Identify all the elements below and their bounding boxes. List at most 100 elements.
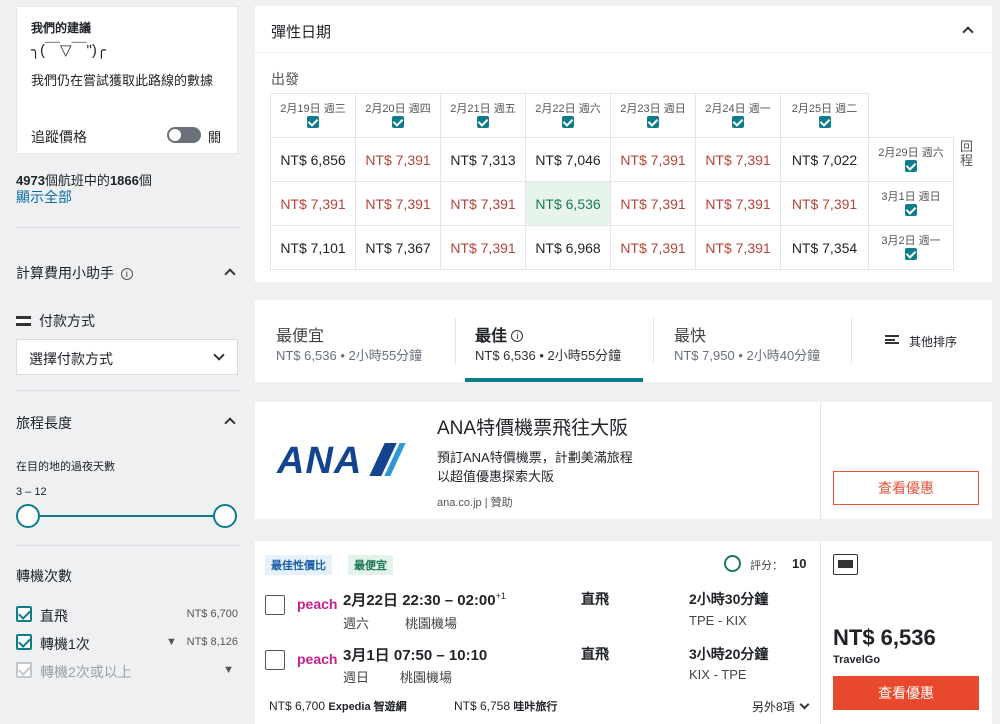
return-date-header[interactable]: 3月2日 週一 [868, 225, 954, 270]
check-icon[interactable] [905, 204, 917, 216]
price-cell[interactable]: NT$ 7,391 [780, 181, 869, 226]
stops-checkbox[interactable] [16, 606, 32, 622]
score-value: 10 [792, 556, 807, 571]
payment-method-select[interactable]: 選擇付款方式 [16, 339, 238, 375]
price-cell[interactable]: NT$ 7,367 [355, 225, 441, 270]
price-cell[interactable]: NT$ 7,391 [695, 137, 781, 182]
depart-date-header[interactable]: 2月25日 週二 [780, 93, 869, 138]
price-cell[interactable]: NT$ 7,391 [355, 181, 441, 226]
return-label: 回程 [960, 139, 974, 168]
collapse-chevron-icon[interactable] [224, 417, 236, 429]
price-cell[interactable]: NT$ 7,391 [695, 181, 781, 226]
show-all-link[interactable]: 顯示全部 [16, 187, 72, 207]
price-cell[interactable]: NT$ 7,391 [610, 137, 696, 182]
price-cell[interactable]: NT$ 7,046 [525, 137, 611, 182]
toggle-state-label: 關 [208, 130, 222, 145]
check-icon[interactable] [307, 116, 319, 128]
check-icon[interactable] [732, 116, 744, 128]
sort-tab-title: 最快 [674, 328, 707, 345]
price-cell[interactable]: NT$ 7,022 [780, 137, 869, 182]
duration-title: 旅程長度 [16, 415, 72, 431]
price-cell[interactable]: NT$ 7,391 [610, 181, 696, 226]
depart-date-header[interactable]: 2月22日 週六 [525, 93, 611, 138]
flex-dates-grid: 2月19日 週三 2月20日 週四 2月21日 週五 2月22日 週六 2月23… [270, 93, 954, 270]
depart-date-header[interactable]: 2月20日 週四 [355, 93, 441, 138]
price-cell-cheapest[interactable]: NT$ 6,536 [525, 181, 611, 226]
flight-leg[interactable]: peach 3月1日 07:50 – 10:10 週日 桃園機場 直飛 3小時2… [255, 640, 820, 685]
collapse-chevron-icon[interactable] [224, 268, 236, 280]
leg-checkbox[interactable] [265, 595, 285, 615]
filter-icon: ▼ [166, 636, 177, 648]
sort-lines-icon [885, 335, 899, 344]
stops-option[interactable]: 轉機2次或以上 ▼ [16, 661, 240, 681]
price-cell[interactable]: NT$ 7,391 [355, 137, 441, 182]
range-slider-min-handle[interactable] [16, 504, 40, 528]
depart-date-header[interactable]: 2月23日 週日 [610, 93, 696, 138]
bag-icon[interactable] [833, 554, 858, 575]
price-cell[interactable]: NT$ 7,391 [440, 225, 526, 270]
alt-provider[interactable]: NT$ 6,700 Expedia 智遊網 [269, 698, 407, 714]
price-cell[interactable]: NT$ 7,354 [780, 225, 869, 270]
check-icon[interactable] [818, 116, 831, 128]
price-cell[interactable]: NT$ 7,391 [695, 225, 781, 270]
airline-logo: peach [297, 651, 338, 667]
check-icon[interactable] [905, 248, 917, 260]
stops-option[interactable]: 轉機1次 ▼ NT$ 8,126 [16, 633, 240, 653]
view-deal-button[interactable]: 查看優惠 [833, 676, 979, 710]
depart-date-header[interactable]: 2月24日 週一 [695, 93, 781, 138]
ad-title[interactable]: ANA特價機票飛往大阪 [437, 413, 628, 440]
stops-label: 轉機2次或以上 [40, 664, 132, 680]
collapse-chevron-icon[interactable] [962, 26, 974, 38]
price-cell[interactable]: NT$ 7,391 [270, 181, 356, 226]
price-cell[interactable]: NT$ 7,391 [610, 225, 696, 270]
suggestion-card: 我們的建議 ╮(￣▽￣")╭ 我們仍在嘗試獲取此路線的數據 追蹤價格 關 [16, 6, 238, 154]
sort-tab-best[interactable]: 最佳 i NT$ 6,536 • 2小時55分鐘 [465, 300, 643, 382]
flight-leg[interactable]: peach 2月22日 22:30 – 02:00+1 週六 桃園機場 直飛 2… [255, 585, 820, 631]
ad-desc-line1: 預訂ANA特價機票，計劃美滿旅程 [437, 450, 633, 465]
fee-helper-title[interactable]: 計算費用小助手 i [16, 263, 133, 283]
check-icon[interactable] [562, 116, 574, 128]
depart-date-header[interactable]: 2月21日 週五 [440, 93, 526, 138]
stops-option[interactable]: 直飛 NT$ 6,700 [16, 605, 240, 625]
nights-range: 3 – 12 [16, 486, 47, 498]
stops-checkbox[interactable] [16, 662, 32, 678]
alt-provider[interactable]: NT$ 6,758 哇咔旅行 [454, 698, 557, 714]
check-icon[interactable] [905, 160, 917, 172]
price-cell[interactable]: NT$ 6,968 [525, 225, 611, 270]
track-price-toggle[interactable] [167, 127, 201, 143]
sort-tab-title: 最便宜 [276, 328, 325, 345]
check-icon[interactable] [477, 116, 489, 128]
info-icon: i [511, 330, 524, 342]
leg-route: KIX - TPE [689, 667, 747, 682]
range-slider-max-handle[interactable] [213, 504, 237, 528]
leg-stops: 直飛 [581, 591, 609, 607]
leg-weekday: 週六 [343, 616, 370, 631]
ana-logo-text: ANA [277, 440, 363, 482]
return-date-header[interactable]: 2月29日 週六 [868, 137, 954, 182]
price-cell[interactable]: NT$ 7,391 [440, 181, 526, 226]
result-provider: TravelGo [833, 654, 881, 666]
price-cell[interactable]: NT$ 7,101 [270, 225, 356, 270]
leg-checkbox[interactable] [265, 650, 285, 670]
card-icon [16, 316, 31, 326]
check-icon[interactable] [392, 116, 404, 128]
stops-title: 轉機次數 [16, 568, 72, 584]
toggle-knob [169, 129, 181, 141]
check-icon[interactable] [647, 116, 659, 128]
badge-cheapest: 最便宜 [348, 555, 393, 575]
ad-source: ana.co.jp | 贊助 [437, 497, 513, 509]
sort-tab-title: 最佳 i [475, 322, 524, 346]
sort-tab-fastest[interactable]: 最快 NT$ 7,950 • 2小時40分鐘 [655, 300, 851, 382]
stops-checkbox[interactable] [16, 634, 32, 650]
more-providers-button[interactable]: 另外8項 [752, 698, 810, 715]
other-sort-button[interactable]: 其他排序 [885, 332, 975, 352]
price-cell[interactable]: NT$ 6,856 [270, 137, 356, 182]
alt-provider-name: 哇咔旅行 [513, 701, 558, 713]
chevron-down-icon [799, 699, 810, 710]
sort-tabs: 最便宜 NT$ 6,536 • 2小時55分鐘 最佳 i NT$ 6,536 •… [255, 300, 992, 382]
sort-tab-cheapest[interactable]: 最便宜 NT$ 6,536 • 2小時55分鐘 [255, 300, 455, 382]
return-date-header[interactable]: 3月1日 週日 [868, 181, 954, 226]
ad-view-deal-button[interactable]: 查看優惠 [833, 471, 979, 505]
price-cell[interactable]: NT$ 7,313 [440, 137, 526, 182]
depart-date-header[interactable]: 2月19日 週三 [270, 93, 356, 138]
